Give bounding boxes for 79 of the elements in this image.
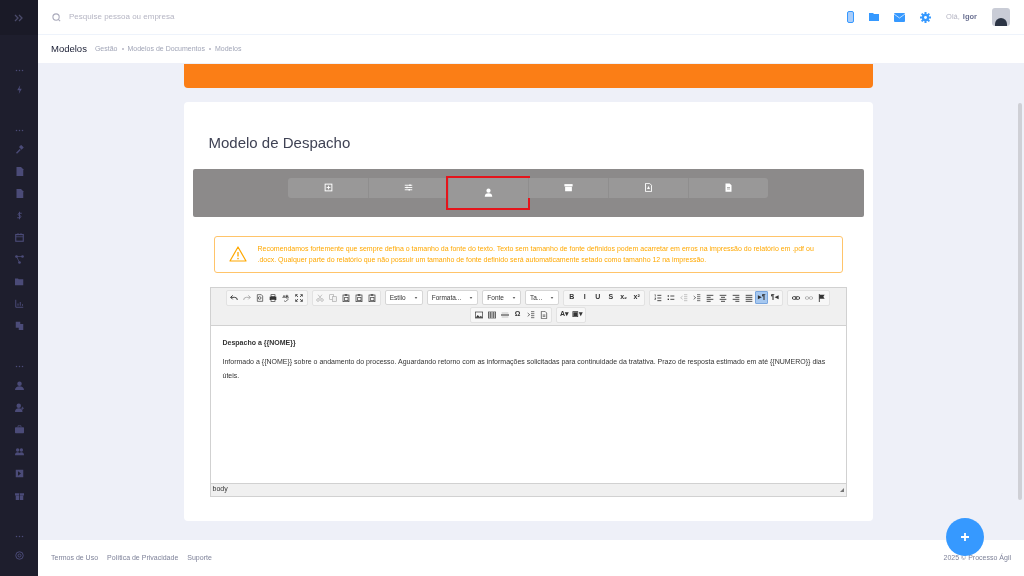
file-icon bbox=[644, 183, 653, 192]
caret-icon bbox=[511, 295, 516, 300]
sliders-icon bbox=[404, 183, 413, 192]
plus-square-icon bbox=[323, 183, 333, 192]
folder-icon[interactable] bbox=[869, 12, 880, 22]
user-icon[interactable] bbox=[14, 381, 24, 390]
search-icon bbox=[52, 12, 61, 22]
caret-icon bbox=[469, 295, 474, 300]
tab[interactable] bbox=[688, 177, 768, 198]
unlink-icon bbox=[804, 293, 813, 302]
maximize-icon bbox=[295, 293, 304, 302]
preview-icon bbox=[256, 293, 265, 302]
page-heading: Modelos bbox=[51, 41, 87, 56]
files-icon[interactable] bbox=[14, 321, 24, 330]
at-sign-icon[interactable] bbox=[14, 551, 24, 560]
folder-icon[interactable] bbox=[14, 277, 24, 286]
phone-icon[interactable] bbox=[847, 11, 855, 23]
gavel-icon[interactable] bbox=[14, 145, 24, 154]
toolbar-button[interactable] bbox=[339, 291, 353, 304]
gift-icon[interactable] bbox=[14, 491, 24, 500]
flag-icon bbox=[817, 293, 826, 302]
caret-icon bbox=[413, 295, 418, 300]
users-icon[interactable] bbox=[14, 447, 24, 456]
cut-icon bbox=[316, 293, 325, 302]
tab[interactable] bbox=[608, 177, 688, 198]
numbered-list-icon bbox=[653, 293, 662, 302]
toolbar-button[interactable] bbox=[352, 291, 366, 304]
calendar-icon[interactable] bbox=[14, 233, 24, 242]
archive-icon bbox=[564, 183, 573, 192]
align-center-icon bbox=[718, 293, 727, 302]
caret-icon bbox=[550, 295, 555, 300]
expand-icon[interactable] bbox=[14, 13, 24, 22]
link-icon bbox=[791, 293, 800, 302]
tab[interactable] bbox=[368, 177, 448, 198]
toolbar-button[interactable] bbox=[292, 291, 306, 304]
card-title: Modelo de Despacho bbox=[208, 133, 352, 153]
user-icon bbox=[484, 188, 493, 197]
document-icon[interactable] bbox=[14, 167, 24, 176]
document-icon[interactable] bbox=[14, 189, 24, 198]
indent-icon bbox=[692, 293, 701, 302]
plus-icon bbox=[960, 532, 970, 542]
redo-icon bbox=[243, 293, 252, 302]
outdent-icon bbox=[679, 293, 688, 302]
tab[interactable] bbox=[448, 177, 528, 208]
warning-icon bbox=[228, 246, 247, 262]
toolbar-button[interactable] bbox=[365, 291, 379, 304]
tab[interactable] bbox=[528, 177, 608, 198]
document-icon bbox=[724, 183, 733, 192]
justify-icon bbox=[744, 293, 753, 302]
avatar[interactable] bbox=[992, 8, 1010, 26]
tab[interactable] bbox=[288, 177, 368, 198]
network-icon[interactable] bbox=[14, 255, 24, 264]
toolbar-button[interactable] bbox=[485, 308, 498, 321]
align-left-icon bbox=[705, 293, 714, 302]
briefcase-icon[interactable] bbox=[14, 425, 24, 434]
envelope-icon[interactable] bbox=[894, 12, 906, 22]
add-button[interactable] bbox=[946, 518, 984, 556]
bullet-list-icon bbox=[666, 293, 675, 302]
settings-icon[interactable] bbox=[920, 11, 932, 23]
resize-handle-icon[interactable] bbox=[839, 487, 844, 492]
table-icon bbox=[487, 310, 496, 319]
horizontal-rule-icon bbox=[500, 310, 509, 319]
video-icon[interactable] bbox=[14, 469, 24, 478]
dollar-icon[interactable] bbox=[14, 211, 24, 220]
chart-icon[interactable] bbox=[14, 299, 24, 308]
spellcheck-icon bbox=[282, 293, 291, 302]
print-icon bbox=[269, 293, 278, 302]
copy-icon bbox=[329, 293, 338, 302]
paste-icon bbox=[368, 293, 377, 302]
scrollbar[interactable] bbox=[1018, 103, 1022, 500]
image-icon bbox=[474, 310, 483, 319]
undo-icon bbox=[230, 293, 239, 302]
indent-icon bbox=[526, 310, 535, 319]
toolbar-button[interactable] bbox=[472, 308, 485, 321]
paste-icon bbox=[355, 293, 364, 302]
add-user-icon[interactable] bbox=[14, 403, 24, 412]
document-icon bbox=[539, 310, 548, 319]
paste-icon bbox=[342, 293, 351, 302]
align-right-icon bbox=[731, 293, 740, 302]
